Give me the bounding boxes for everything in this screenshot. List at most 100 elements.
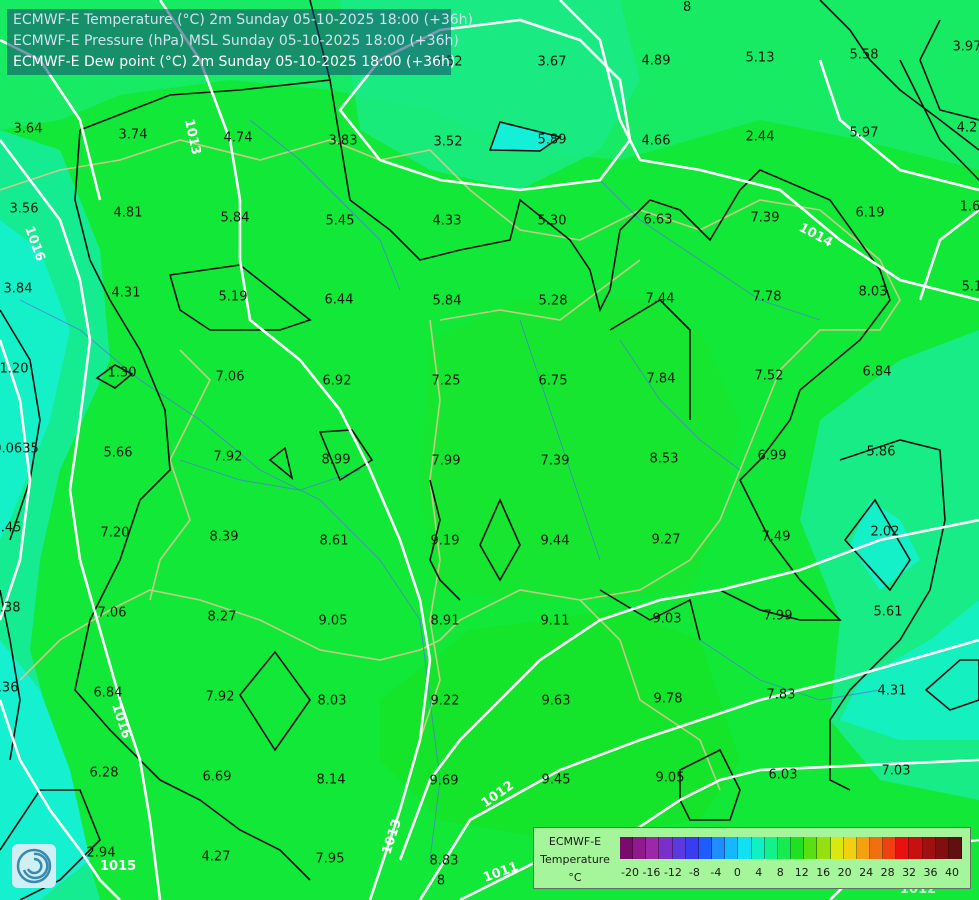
temperature-value: 6.03: [768, 767, 798, 783]
legend-swatch: [791, 837, 805, 859]
temperature-value: 5.61: [873, 604, 903, 620]
temperature-value: 1.20: [0, 361, 29, 377]
temperature-value: 5.84: [432, 293, 462, 309]
temperature-value: 6.28: [89, 765, 119, 781]
temperature-value: 3.67: [537, 54, 567, 70]
temperature-value: 8.91: [430, 613, 460, 629]
temperature-value: 8.03: [317, 693, 347, 709]
temperature-value: 7.78: [752, 289, 782, 305]
header-pressure: ECMWF-E Pressure (hPa) MSL Sunday 05-10-…: [13, 33, 459, 49]
legend-tick-label: -16: [642, 866, 661, 879]
temperature-value: 6.84: [93, 685, 123, 701]
legend-swatch: [751, 837, 765, 859]
legend-tick-label: 12: [794, 866, 809, 879]
temperature-value: 9.45: [541, 772, 571, 788]
legend-swatch: [856, 837, 870, 859]
temperature-value: 7.39: [750, 210, 780, 226]
legend-swatch: [843, 837, 857, 859]
legend-tick-label: 4: [755, 866, 763, 879]
temperature-value: 5.66: [103, 445, 133, 461]
temperature-value: 2.02: [870, 524, 900, 540]
temperature-value: 7.20: [100, 525, 130, 541]
temperature-value: 5.28: [538, 293, 568, 309]
temperature-value: 7.99: [431, 453, 461, 469]
temperature-value: 9.78: [653, 691, 683, 707]
temperature-value: 3.83: [328, 133, 358, 149]
temperature-value: 2.94: [86, 845, 116, 861]
legend-swatch: [712, 837, 726, 859]
legend-tick-label: 32: [902, 866, 917, 879]
legend-swatch: [883, 837, 897, 859]
temperature-value: 6.63: [643, 212, 673, 228]
temperature-value: 8: [436, 873, 446, 889]
legend-title-line3: °C: [568, 871, 582, 884]
temperature-value: 5.45: [325, 213, 355, 229]
temperature-value: 7.25: [431, 373, 461, 389]
legend-tick-label: -20: [621, 866, 639, 879]
temperature-value: 5.1: [961, 279, 979, 295]
temperature-value: 9.69: [429, 773, 459, 789]
temperature-value: 5.19: [218, 289, 248, 305]
temperature-value: 8.27: [207, 609, 237, 625]
temperature-value: 9.27: [651, 532, 681, 548]
temperature-value: 4.66: [641, 133, 671, 149]
swirl-icon: [16, 848, 52, 884]
temperature-value: 7.06: [97, 605, 127, 621]
legend-swatch: [764, 837, 778, 859]
legend-tick-label: -12: [663, 866, 682, 879]
temperature-value: 7.84: [646, 371, 676, 387]
legend-swatch: [935, 837, 949, 859]
temperature-value: 0.0635: [0, 441, 39, 457]
legend-swatch: [909, 837, 923, 859]
temperature-value: 7.92: [213, 449, 243, 465]
temperature-value: 4.74: [223, 130, 253, 146]
legend-swatch: [685, 837, 699, 859]
legend-tick-label: 24: [859, 866, 874, 879]
legend-title-line1: ECMWF-E: [548, 835, 602, 848]
legend-tick-label: -4: [710, 866, 722, 879]
legend-swatch: [896, 837, 910, 859]
temperature-value: 7.92: [205, 689, 235, 705]
temperature-value: 3.97: [952, 39, 979, 55]
temperature-value: 7.95: [315, 851, 345, 867]
temperature-value: 3.64: [13, 121, 43, 137]
legend-swatch: [672, 837, 686, 859]
temperature-value: 9.44: [540, 533, 570, 549]
temperature-legend: ECMWF-E Temperature °C -20 -16 -12 -8 -4 0 4 8 1…: [533, 827, 971, 889]
temperature-value: 8.53: [649, 451, 679, 467]
temperature-value: 4.27: [201, 849, 231, 865]
temperature-value: 4.31: [877, 683, 907, 699]
temperature-value: 6.99: [757, 448, 787, 464]
temperature-value: 5.13: [745, 50, 775, 66]
temperature-value: 7.52: [754, 368, 784, 384]
legend-swatch: [698, 837, 713, 859]
legend-swatch: [620, 837, 634, 859]
legend-tick-label: 0: [733, 866, 741, 879]
legend-tick-label: 36: [923, 866, 938, 879]
legend-tick-label: -8: [688, 866, 700, 879]
temperature-value: 9.11: [540, 613, 570, 629]
temperature-value: 7.03: [881, 763, 911, 779]
temperature-value: 8.83: [429, 853, 459, 869]
legend-tick-label: 8: [776, 866, 784, 879]
legend-swatch: [869, 837, 884, 859]
legend-swatch: [646, 837, 660, 859]
temperature-value: 8.99: [321, 452, 351, 468]
temperature-value: 8.61: [319, 533, 349, 549]
temperature-value: 5.30: [537, 213, 567, 229]
temperature-value: 7.83: [766, 687, 796, 703]
temperature-value: 7.44: [645, 291, 675, 307]
temperature-value: 5.89: [537, 132, 567, 148]
legend-tick-label: 40: [945, 866, 959, 879]
isobar-label: 1015: [100, 859, 136, 874]
contour-label: 8: [683, 0, 691, 15]
temperature-value: 6.84: [862, 364, 892, 380]
temperature-value: 9.63: [541, 693, 571, 709]
temperature-value: 5.84: [220, 210, 250, 226]
temperature-value: 8.39: [209, 529, 239, 545]
legend-swatch: [922, 837, 936, 859]
temperature-value: 6.44: [324, 292, 354, 308]
legend-swatch: [948, 837, 963, 859]
legend-tick-label: 16: [816, 866, 831, 879]
legend-title-line2: Temperature: [540, 853, 610, 866]
